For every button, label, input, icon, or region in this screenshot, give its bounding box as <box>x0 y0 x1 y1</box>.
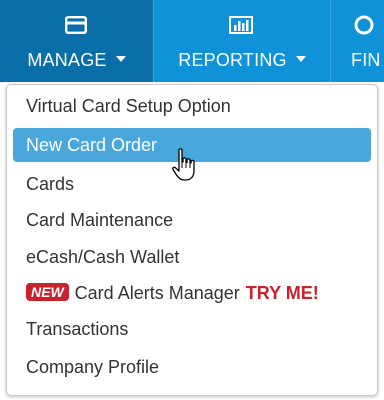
new-badge: NEW <box>26 283 69 301</box>
menu-item-virtual-card-setup[interactable]: Virtual Card Setup Option <box>13 89 371 123</box>
try-me-callout: TRY ME! <box>245 283 319 303</box>
top-nav-bar: MANAGE REPORTING FIN <box>0 0 384 82</box>
menu-item-transactions[interactable]: Transactions <box>13 312 371 346</box>
menu-item-label: eCash/Cash Wallet <box>26 247 180 267</box>
manage-dropdown-menu: Virtual Card Setup Option New Card Order… <box>6 84 378 396</box>
bar-chart-icon <box>229 16 253 39</box>
menu-item-card-maintenance[interactable]: Card Maintenance <box>13 203 371 237</box>
card-icon <box>65 16 88 39</box>
partial-circle-icon <box>353 14 375 41</box>
menu-item-label: Company Profile <box>26 357 160 377</box>
menu-item-label: Virtual Card Setup Option <box>26 96 231 116</box>
menu-item-label: Transactions <box>26 319 129 339</box>
nav-item-reporting[interactable]: REPORTING <box>154 0 330 82</box>
caret-down-icon <box>115 56 126 62</box>
menu-item-label: Card Maintenance <box>26 210 174 230</box>
menu-item-label: New Card Order <box>26 135 158 155</box>
caret-down-icon <box>295 56 306 62</box>
hand-pointer-cursor-icon <box>171 147 199 188</box>
nav-label-fin: FIN <box>351 50 381 70</box>
menu-item-company-profile[interactable]: Company Profile <box>13 350 371 384</box>
nav-label-manage: MANAGE <box>27 50 107 70</box>
menu-item-ecash-wallet[interactable]: eCash/Cash Wallet <box>13 240 371 274</box>
nav-item-fin[interactable]: FIN <box>331 0 384 82</box>
nav-label-reporting: REPORTING <box>178 50 287 70</box>
menu-item-label: Card Alerts Manager <box>74 283 240 303</box>
nav-item-manage[interactable]: MANAGE <box>0 0 153 82</box>
menu-item-label: Cards <box>26 174 75 194</box>
menu-item-card-alerts-manager[interactable]: NEW Card Alerts Manager TRY ME! <box>13 276 371 310</box>
